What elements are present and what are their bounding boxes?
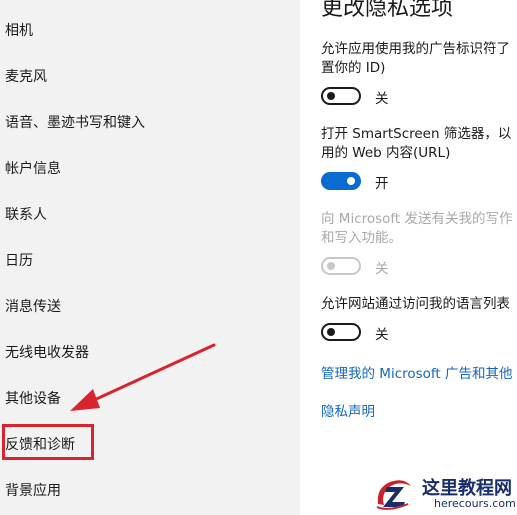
sidebar-item-account-info[interactable]: 帐户信息 [5,158,61,178]
sidebar-item-background-apps[interactable]: 背景应用 [5,480,61,500]
watermark-logo-icon [376,480,411,510]
watermark: 这里教程网 herecours.com [372,468,517,515]
ad-id-description: 允许应用使用我的广告标识符了 [321,41,510,57]
writing-info-state-label: 关 [375,261,389,277]
sidebar-item-microphone[interactable]: 麦克风 [5,66,47,86]
highlight-box [2,424,94,460]
privacy-sidebar: 相机 麦克风 语音、墨迹书写和键入 帐户信息 联系人 日历 消息传送 无线电收发… [0,0,300,515]
sidebar-item-messaging[interactable]: 消息传送 [5,296,61,316]
toggle-knob [327,328,335,336]
manage-ads-link[interactable]: 管理我的 Microsoft 广告和其他 [321,362,513,382]
sidebar-item-other-devices[interactable]: 其他设备 [5,388,61,408]
smartscreen-state-label: 开 [375,176,389,192]
toggle-knob [347,177,355,185]
language-list-state-label: 关 [375,327,389,343]
writing-info-toggle [321,257,361,275]
settings-window: 相机 麦克风 语音、墨迹书写和键入 帐户信息 联系人 日历 消息传送 无线电收发… [0,0,517,515]
sidebar-item-speech-inking-typing[interactable]: 语音、墨迹书写和键入 [5,112,145,132]
sidebar-item-radios[interactable]: 无线电收发器 [5,342,89,362]
privacy-options-panel: 更改隐私选项 允许应用使用我的广告标识符了 置你的 ID) 关 打开 Smart… [300,0,517,515]
ad-id-toggle[interactable] [321,87,361,105]
smartscreen-description-line2: 用的 Web 内容(URL) [321,145,451,161]
language-list-description: 允许网站通过访问我的语言列表 [321,296,510,312]
toggle-knob [327,92,335,100]
language-list-toggle[interactable] [321,323,361,341]
sidebar-item-camera[interactable]: 相机 [5,20,33,40]
privacy-statement-link[interactable]: 隐私声明 [321,400,375,420]
writing-info-description-line2: 和写入功能。 [321,230,402,246]
writing-info-description: 向 Microsoft 发送有关我的写作 [321,211,513,227]
smartscreen-description: 打开 SmartScreen 筛选器，以 [321,126,512,142]
ad-id-state-label: 关 [375,91,389,107]
sidebar-item-contacts[interactable]: 联系人 [5,204,47,224]
toggle-knob [327,262,335,270]
smartscreen-toggle[interactable] [321,172,361,190]
sidebar-item-calendar[interactable]: 日历 [5,250,33,270]
watermark-url: herecours.com [434,497,516,510]
ad-id-description-line2: 置你的 ID) [321,60,386,76]
page-title: 更改隐私选项 [321,0,454,21]
